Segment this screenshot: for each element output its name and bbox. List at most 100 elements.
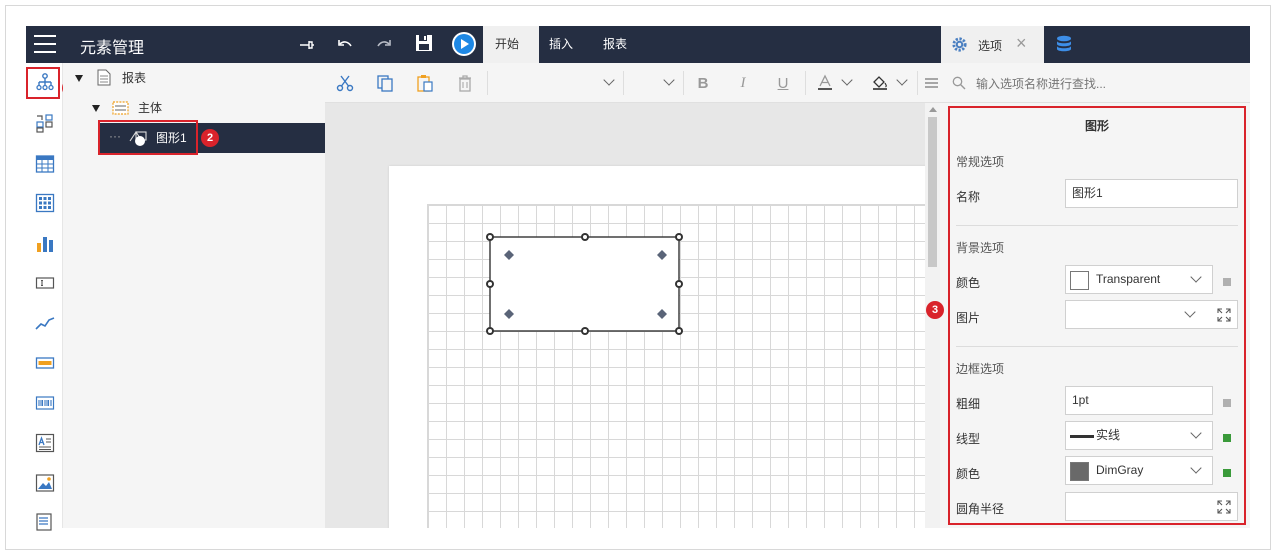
tab-report[interactable]: 报表: [591, 26, 639, 63]
shape-item-highlight: [98, 120, 198, 155]
border-options-header: 边框选项: [956, 362, 1005, 376]
undo-icon[interactable]: [334, 34, 356, 56]
border-width-default-indicator[interactable]: [1223, 399, 1231, 407]
barcode-icon[interactable]: [35, 393, 55, 413]
matrix-icon[interactable]: [35, 193, 55, 213]
color-swatch-transparent: [1070, 271, 1089, 290]
bar-chart-icon[interactable]: [35, 234, 55, 254]
expand-triangle-icon[interactable]: [92, 105, 100, 112]
tree-view-selected-outline: [26, 67, 60, 99]
tree-item-report[interactable]: 报表: [75, 63, 315, 93]
solid-line-icon: [1070, 435, 1094, 438]
delete-icon[interactable]: [455, 73, 475, 93]
scroll-up-arrow-icon[interactable]: [929, 107, 937, 112]
corner-radius-field[interactable]: [1065, 492, 1238, 521]
toolbar-divider: [805, 71, 806, 95]
shape-element[interactable]: [483, 230, 687, 338]
border-style-set-indicator[interactable]: [1223, 434, 1231, 442]
database-icon[interactable]: [1056, 35, 1072, 56]
expand-icon[interactable]: [1217, 500, 1231, 514]
rich-text-icon[interactable]: [35, 433, 55, 453]
options-search: [940, 63, 1250, 103]
border-style-value: 实线: [1096, 428, 1121, 442]
border-color-set-indicator[interactable]: [1223, 469, 1231, 477]
font-size-dropdown-chevron-icon[interactable]: [663, 74, 675, 86]
cut-icon[interactable]: [335, 73, 355, 93]
props-title: 图形: [1084, 119, 1109, 133]
report-page[interactable]: [389, 166, 925, 528]
app-title: 元素管理: [80, 40, 145, 57]
border-width-field[interactable]: 1pt: [1065, 386, 1213, 415]
callout-badge-2: 2: [201, 129, 219, 147]
callout-badge-3: 3: [926, 301, 944, 319]
font-family-dropdown-chevron-icon[interactable]: [603, 74, 615, 86]
gear-icon: [952, 37, 967, 52]
section-divider: [956, 225, 1238, 226]
background-image-label: 图片: [956, 311, 981, 325]
preview-play-icon[interactable]: [451, 31, 477, 57]
element-toolbox: [26, 63, 63, 531]
section-divider: [956, 346, 1238, 347]
tree-item-report-label: 报表: [122, 71, 147, 85]
list-icon[interactable]: [35, 512, 55, 532]
textbox-icon[interactable]: [35, 273, 55, 293]
tree-item-body[interactable]: 主体: [92, 93, 322, 123]
border-color-select[interactable]: DimGray: [1065, 456, 1213, 485]
tab-options[interactable]: 选项 ×: [941, 26, 1044, 63]
image-icon[interactable]: [35, 473, 55, 493]
pin-icon[interactable]: [296, 34, 318, 56]
top-bar: 元素管理 开始 插入 报表 选项 ×: [26, 26, 1250, 63]
tab-start[interactable]: 开始: [483, 26, 539, 63]
background-color-value: Transparent: [1096, 272, 1161, 286]
search-icon: [952, 76, 966, 90]
fill-color-chevron-icon[interactable]: [896, 74, 908, 86]
name-field[interactable]: 图形1: [1065, 179, 1238, 208]
redo-icon[interactable]: [373, 34, 395, 56]
background-color-select[interactable]: Transparent: [1065, 265, 1213, 294]
search-input[interactable]: [976, 74, 1236, 94]
border-color-value: DimGray: [1096, 463, 1144, 477]
font-color-chevron-icon[interactable]: [841, 74, 853, 86]
background-image-select[interactable]: [1065, 300, 1238, 329]
underline-icon[interactable]: U: [773, 73, 793, 93]
report-page-icon: [97, 69, 111, 86]
design-canvas[interactable]: [325, 103, 925, 528]
chevron-down-icon: [1190, 427, 1202, 439]
italic-icon[interactable]: I: [733, 73, 753, 93]
toolbar-divider: [683, 71, 684, 95]
corner-radius-label: 圆角半径: [956, 502, 1005, 516]
chevron-down-icon: [1190, 462, 1202, 474]
close-icon[interactable]: ×: [1016, 33, 1027, 54]
save-icon[interactable]: [413, 32, 435, 54]
expand-triangle-icon[interactable]: [75, 75, 83, 82]
general-options-header: 常规选项: [956, 155, 1005, 169]
fill-color-icon[interactable]: [870, 73, 890, 93]
color-swatch-dimgray: [1070, 462, 1089, 481]
toolbar-divider: [917, 71, 918, 95]
toolbar-divider: [623, 71, 624, 95]
align-icon[interactable]: [923, 73, 939, 93]
border-color-label: 颜色: [956, 467, 981, 481]
bold-icon[interactable]: B: [693, 73, 713, 93]
scroll-thumb[interactable]: [928, 117, 937, 267]
banner-icon[interactable]: [35, 353, 55, 373]
tab-insert[interactable]: 插入: [537, 26, 585, 63]
border-style-select[interactable]: 实线: [1065, 421, 1213, 450]
paste-icon[interactable]: [415, 73, 435, 93]
font-color-icon[interactable]: [815, 73, 835, 93]
toolbar-divider: [487, 71, 488, 95]
table-icon[interactable]: [35, 154, 55, 174]
border-style-label: 线型: [956, 432, 981, 446]
copy-icon[interactable]: [375, 73, 395, 93]
border-width-label: 粗细: [956, 397, 981, 411]
layout-grid-icon[interactable]: [35, 113, 55, 133]
editing-toolbar: B I U: [325, 63, 940, 103]
hamburger-menu-icon[interactable]: [34, 35, 56, 53]
background-color-label: 颜色: [956, 276, 981, 290]
background-color-default-indicator[interactable]: [1223, 278, 1231, 286]
expand-icon[interactable]: [1217, 308, 1231, 322]
chevron-down-icon: [1190, 271, 1202, 283]
sparkline-icon[interactable]: [35, 314, 55, 334]
tab-options-label: 选项: [978, 39, 1003, 53]
chevron-down-icon: [1184, 306, 1196, 318]
